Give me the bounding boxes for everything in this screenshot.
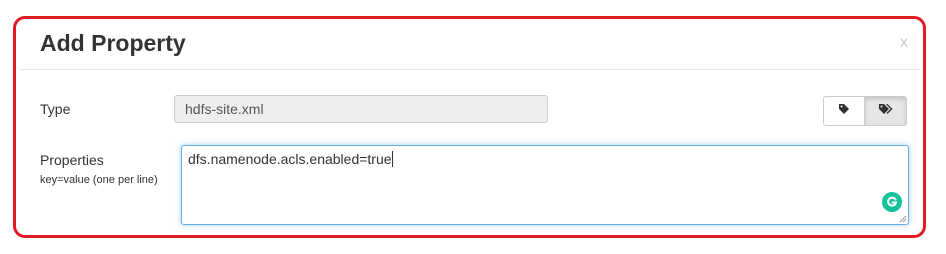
- tags-icon: [878, 102, 894, 120]
- single-tag-button[interactable]: [823, 96, 865, 126]
- type-field: hdfs-site.xml: [174, 95, 548, 123]
- tag-icon: [838, 102, 850, 120]
- tag-button-group: [823, 96, 907, 126]
- dialog-header: Add Property x: [20, 21, 920, 70]
- properties-value: dfs.namenode.acls.enabled=true: [188, 151, 392, 167]
- multi-tag-button[interactable]: [865, 96, 907, 126]
- properties-textarea[interactable]: dfs.namenode.acls.enabled=true: [181, 145, 909, 225]
- add-property-dialog: Add Property x Type hdfs-site.xml Proper…: [20, 21, 920, 231]
- close-button[interactable]: x: [900, 34, 908, 52]
- properties-label: Properties: [40, 152, 104, 168]
- properties-hint: key=value (one per line): [40, 174, 158, 186]
- dialog-title: Add Property: [40, 30, 186, 56]
- grammarly-icon[interactable]: [882, 192, 902, 212]
- resize-handle-icon[interactable]: [899, 215, 907, 223]
- type-label: Type: [40, 101, 71, 117]
- text-caret: [391, 151, 393, 167]
